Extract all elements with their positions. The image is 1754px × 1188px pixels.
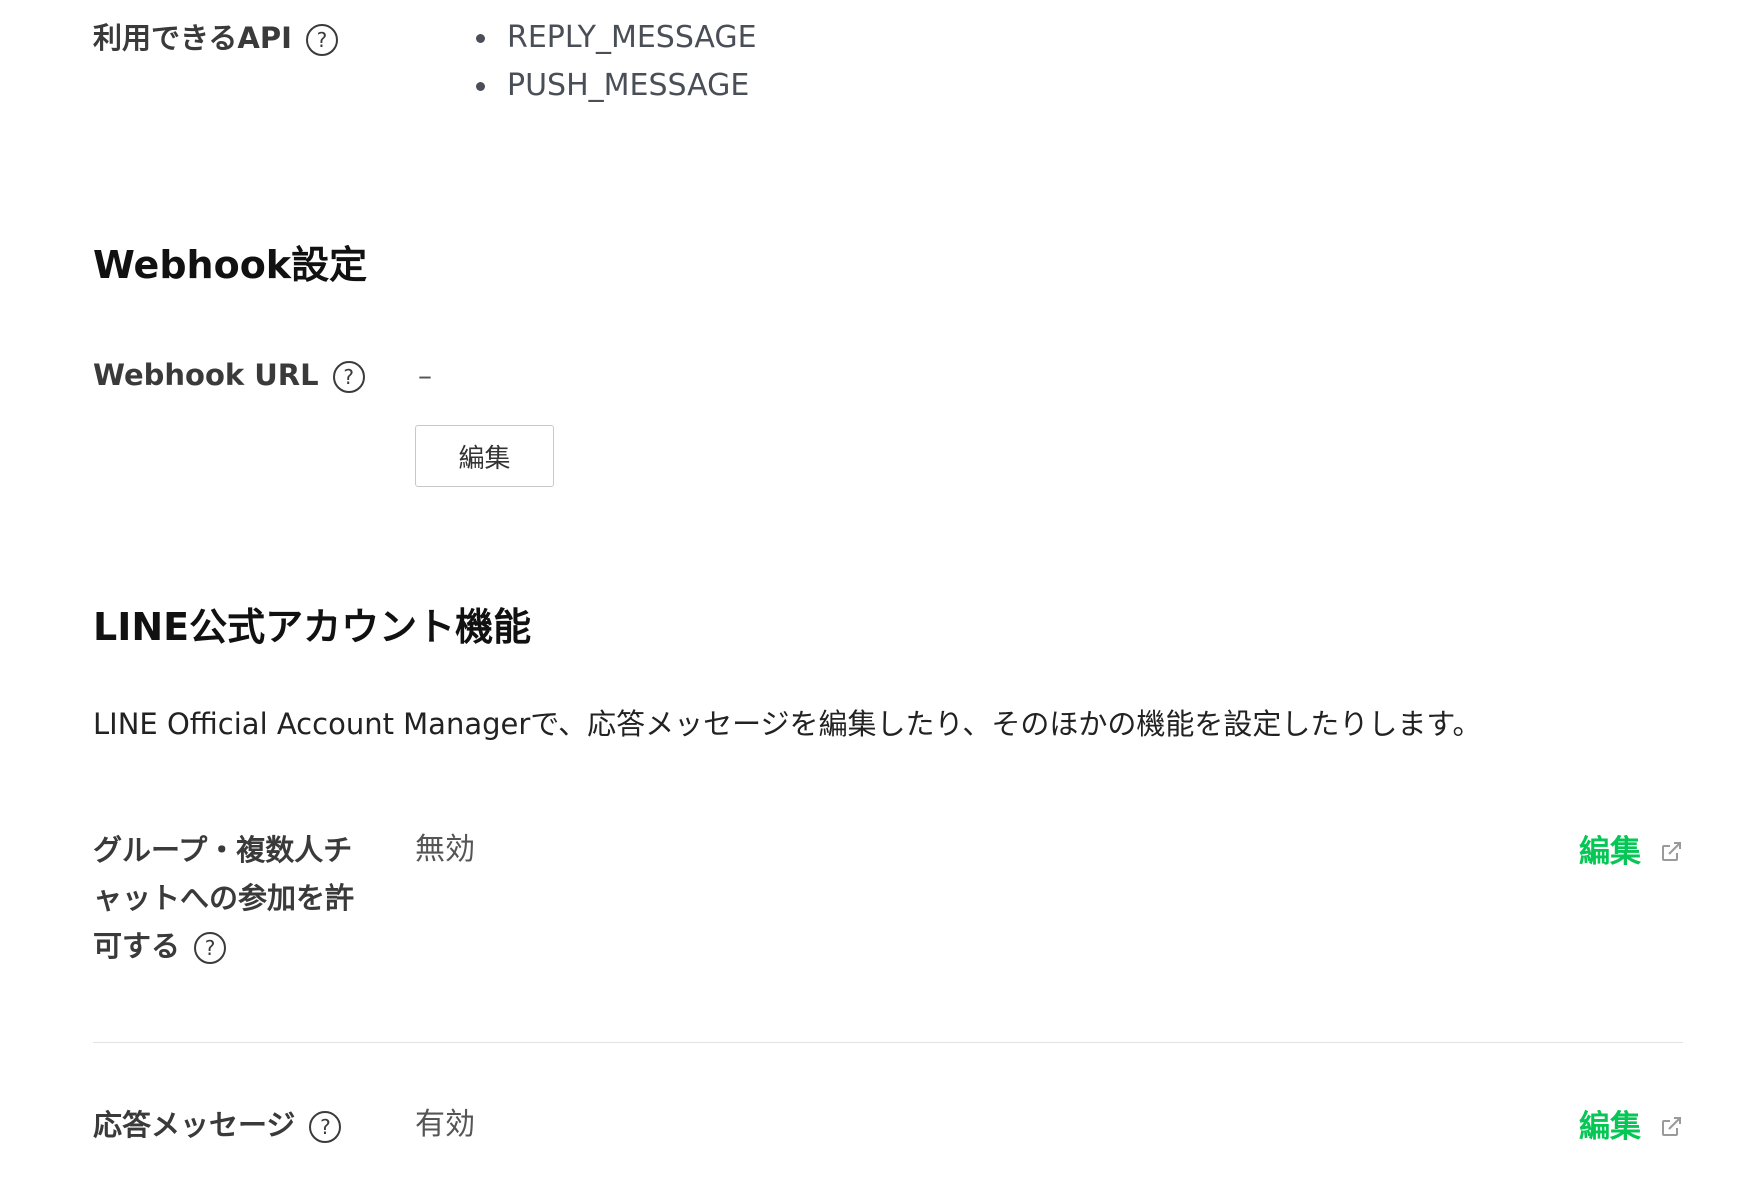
group-chat-edit-link[interactable]: 編集: [1579, 828, 1683, 876]
row-divider: [93, 1042, 1683, 1043]
auto-response-edit-label: 編集: [1579, 1109, 1641, 1145]
group-chat-label: グループ・複数人チ ャットへの参加を許 可する?: [93, 826, 393, 970]
group-chat-label-line-text: 可する: [93, 929, 181, 963]
available-api-list: REPLY_MESSAGE PUSH_MESSAGE: [474, 14, 757, 110]
auto-response-status: 有効: [415, 1107, 475, 1142]
auto-response-edit-link[interactable]: 編集: [1579, 1103, 1683, 1151]
group-chat-label-line: 可する?: [93, 922, 393, 970]
api-list-item: REPLY_MESSAGE: [474, 14, 757, 62]
webhook-url-value: –: [418, 359, 432, 392]
help-icon[interactable]: ?: [194, 932, 227, 964]
help-icon[interactable]: ?: [305, 24, 338, 56]
line-oa-description: LINE Official Account Managerで、応答メッセージを編…: [93, 707, 1482, 741]
webhook-section-title: Webhook設定: [93, 243, 368, 287]
webhook-url-label-text: Webhook URL: [93, 358, 319, 392]
help-icon[interactable]: ?: [309, 1111, 342, 1143]
group-chat-label-line: ャットへの参加を許: [93, 881, 355, 915]
webhook-url-label: Webhook URL?: [93, 351, 365, 399]
webhook-edit-button[interactable]: 編集: [415, 425, 554, 487]
group-chat-edit-label: 編集: [1579, 834, 1641, 870]
api-list-item: PUSH_MESSAGE: [474, 62, 757, 110]
group-chat-status: 無効: [415, 832, 475, 867]
auto-response-label: 応答メッセージ?: [93, 1101, 393, 1149]
auto-response-label-text: 応答メッセージ: [93, 1108, 296, 1142]
help-icon[interactable]: ?: [332, 361, 365, 393]
group-chat-label-line: グループ・複数人チ: [93, 833, 353, 867]
available-api-label: 利用できるAPI?: [93, 14, 338, 62]
external-link-icon: [1662, 842, 1681, 861]
external-link-icon: [1662, 1117, 1681, 1136]
line-oa-section-title: LINE公式アカウント機能: [93, 605, 532, 649]
available-api-label-text: 利用できるAPI: [93, 21, 292, 55]
